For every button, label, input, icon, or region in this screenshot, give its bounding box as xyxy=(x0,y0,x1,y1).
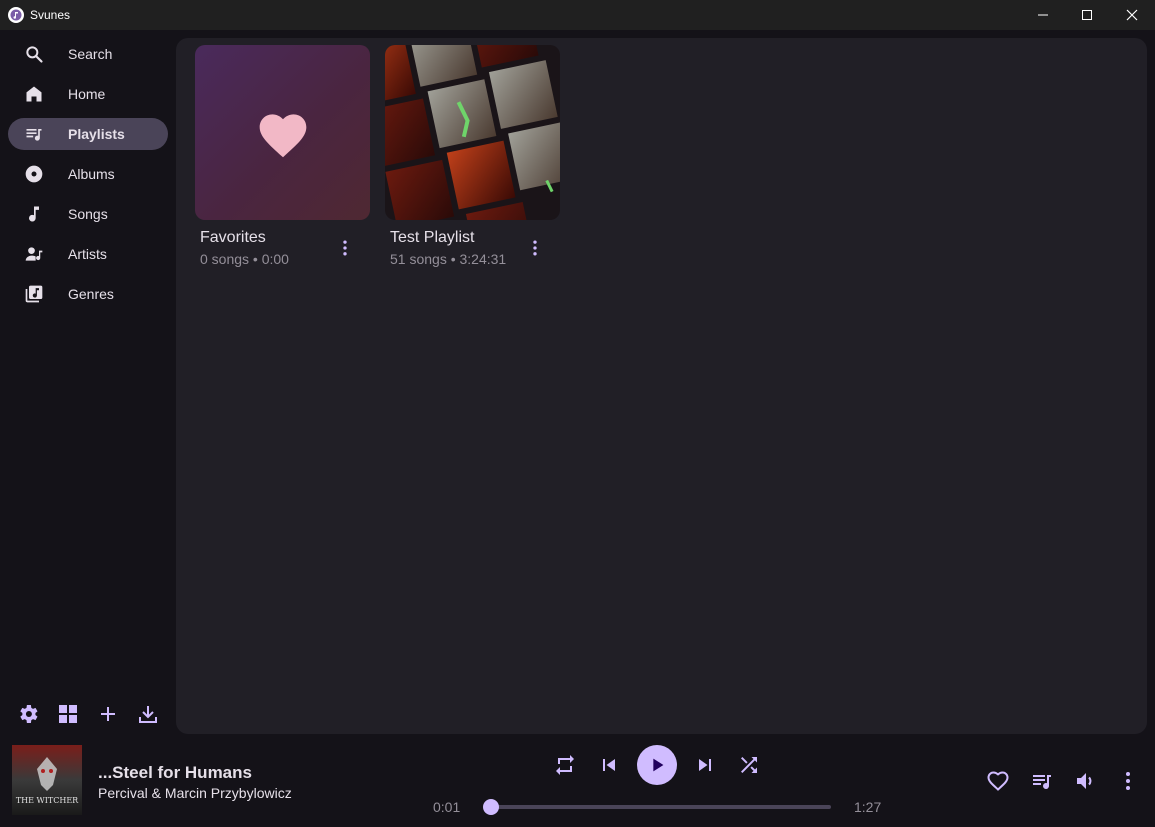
queue-icon[interactable] xyxy=(1030,769,1054,793)
now-playing-cover[interactable]: THE WITCHER xyxy=(12,745,82,815)
genre-icon xyxy=(25,285,43,303)
minimize-button[interactable] xyxy=(1020,0,1066,30)
maximize-button[interactable] xyxy=(1064,0,1110,30)
playlist-card-favorites[interactable]: Favorites 0 songs • 0:00 xyxy=(195,45,370,267)
sidebar-item-label: Playlists xyxy=(68,126,125,142)
music-note-icon xyxy=(29,206,39,222)
favorites-cover[interactable] xyxy=(195,45,370,220)
artist-icon xyxy=(25,247,43,261)
track-artist: Percival & Marcin Przybylowicz xyxy=(98,785,292,801)
play-icon xyxy=(653,758,664,772)
track-title: ...Steel for Humans xyxy=(98,763,252,782)
sidebar-item-search[interactable]: Search xyxy=(8,38,168,70)
seek-bar[interactable] xyxy=(483,799,831,815)
repeat-icon[interactable] xyxy=(553,753,577,777)
sidebar-item-label: Genres xyxy=(68,286,114,302)
sidebar-item-genres[interactable]: Genres xyxy=(8,278,168,310)
player-bar: THE WITCHER ...Steel for Humans Percival… xyxy=(0,735,1155,827)
playlist-card-test[interactable]: Test Playlist 51 songs • 3:24:31 xyxy=(385,45,560,267)
window-title: Svunes xyxy=(30,8,71,22)
play-button[interactable] xyxy=(637,745,677,785)
app-logo-icon xyxy=(8,7,24,23)
download-icon[interactable] xyxy=(136,702,160,726)
close-button[interactable] xyxy=(1109,0,1155,30)
duration-time: 1:27 xyxy=(854,799,882,815)
add-icon[interactable] xyxy=(96,702,120,726)
playlists-grid: Favorites 0 songs • 0:00 Test Playlist 5… xyxy=(176,38,1147,734)
album-icon xyxy=(25,165,43,183)
sidebar-item-label: Home xyxy=(68,86,106,102)
more-vert-icon[interactable] xyxy=(1116,769,1140,793)
playlist-subtitle: 0 songs • 0:00 xyxy=(200,251,289,267)
sidebar-item-songs[interactable]: Songs xyxy=(8,198,168,230)
settings-icon[interactable] xyxy=(16,702,40,726)
heart-outline-icon[interactable] xyxy=(986,769,1010,793)
sidebar: Search Home Playlists Albums Songs Artis… xyxy=(0,30,176,735)
sidebar-item-albums[interactable]: Albums xyxy=(8,158,168,190)
home-icon xyxy=(26,86,42,102)
playlist-title: Favorites xyxy=(200,229,266,246)
album-collage-image xyxy=(385,45,560,220)
sidebar-item-label: Artists xyxy=(68,246,107,262)
heart-icon xyxy=(259,113,306,157)
elapsed-time: 0:01 xyxy=(433,799,461,815)
seek-handle[interactable] xyxy=(483,799,500,815)
search-icon xyxy=(26,46,43,63)
sidebar-actions xyxy=(0,698,176,730)
test-playlist-cover[interactable] xyxy=(385,45,560,220)
album-art-title: THE WITCHER xyxy=(16,796,79,805)
skip-previous-icon[interactable] xyxy=(597,753,621,777)
playlist-title: Test Playlist xyxy=(390,229,475,246)
more-vert-icon[interactable] xyxy=(525,238,545,258)
sidebar-item-playlists[interactable]: Playlists xyxy=(8,118,168,150)
shuffle-icon[interactable] xyxy=(737,753,761,777)
playlist-icon xyxy=(26,129,42,141)
sidebar-item-label: Search xyxy=(68,46,113,62)
volume-icon[interactable] xyxy=(1073,769,1097,793)
grid-icon[interactable] xyxy=(56,702,80,726)
sidebar-item-label: Songs xyxy=(68,206,108,222)
sidebar-item-artists[interactable]: Artists xyxy=(8,238,168,270)
more-vert-icon[interactable] xyxy=(335,238,355,258)
title-bar: Svunes xyxy=(0,0,1155,30)
sidebar-item-label: Albums xyxy=(68,166,115,182)
sidebar-item-home[interactable]: Home xyxy=(8,78,168,110)
skip-next-icon[interactable] xyxy=(693,753,717,777)
playlist-subtitle: 51 songs • 3:24:31 xyxy=(390,251,507,267)
